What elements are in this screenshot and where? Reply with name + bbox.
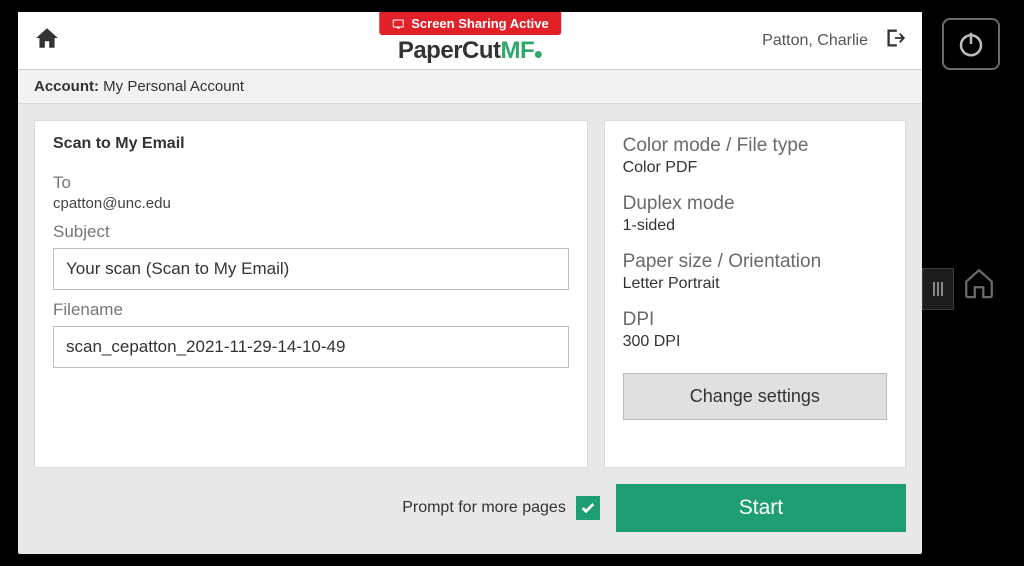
subject-label: Subject [53,222,569,242]
prompt-label: Prompt for more pages [402,499,566,517]
content-area: Scan to My Email To cpatton@unc.edu Subj… [18,104,922,484]
paper-size-value: Letter Portrait [623,275,887,293]
settings-panel: Color mode / File type Color PDF Duplex … [604,120,906,468]
duplex-value: 1-sided [623,217,887,235]
color-mode-label: Color mode / File type [623,135,887,157]
side-handle[interactable] [922,268,954,310]
paper-size-label: Paper size / Orientation [623,251,887,273]
prompt-checkbox[interactable] [576,496,600,520]
account-value: My Personal Account [103,78,244,95]
power-button[interactable] [942,18,1000,70]
account-bar: Account: My Personal Account [18,70,922,104]
user-name: Patton, Charlie [762,32,868,50]
dpi-value: 300 DPI [623,333,887,351]
account-label: Account: [34,78,99,95]
home-icon [32,25,62,51]
app-window: Screen Sharing Active PaperCutMF Patton,… [18,12,922,554]
power-icon [956,29,986,59]
to-label: To [53,173,569,193]
check-icon [580,500,596,516]
home-button[interactable] [32,25,62,56]
screen-icon [391,18,405,30]
top-bar: Screen Sharing Active PaperCutMF Patton,… [18,12,922,70]
banner-text: Screen Sharing Active [411,16,549,31]
user-area: Patton, Charlie [762,27,908,54]
brand-logo: PaperCutMF [398,37,542,68]
filename-input[interactable] [53,326,569,368]
panel-title: Scan to My Email [53,135,569,153]
filename-label: Filename [53,300,569,320]
duplex-label: Duplex mode [623,193,887,215]
home-outline-icon [962,266,996,300]
subject-input[interactable] [53,248,569,290]
handle-icon [930,279,946,299]
logout-button[interactable] [882,27,908,54]
start-button[interactable]: Start [616,484,906,532]
color-mode-value: Color PDF [623,159,887,177]
to-value: cpatton@unc.edu [53,195,569,212]
dpi-label: DPI [623,309,887,331]
screen-share-banner: Screen Sharing Active [379,12,561,35]
logout-icon [882,27,908,49]
scan-form-panel: Scan to My Email To cpatton@unc.edu Subj… [34,120,588,468]
device-home-button[interactable] [958,262,1000,304]
footer-row: Prompt for more pages Start [18,484,922,554]
change-settings-button[interactable]: Change settings [623,373,887,420]
prompt-more-pages: Prompt for more pages [34,496,600,520]
